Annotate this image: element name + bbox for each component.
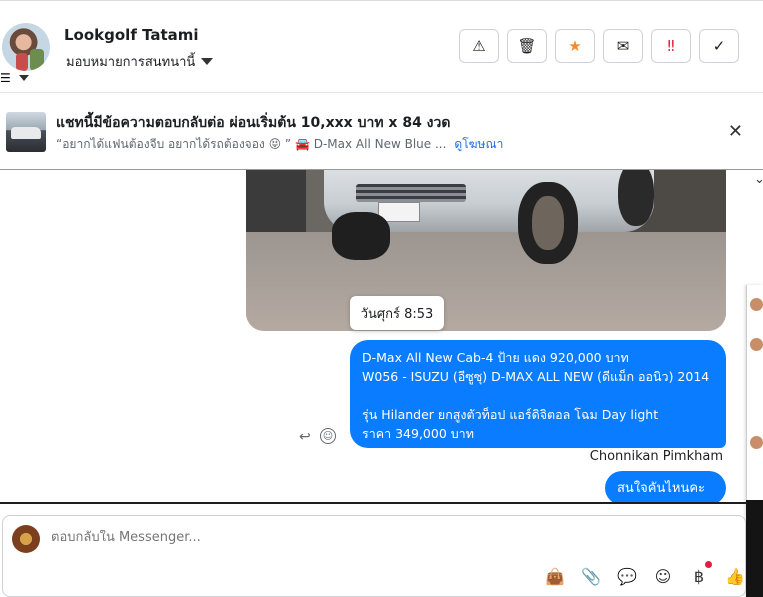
truck-tyre: [618, 170, 654, 226]
mark-done-button[interactable]: ✓: [699, 29, 739, 63]
filter-control[interactable]: ☰: [0, 71, 29, 85]
delete-icon: 🗑: [517, 37, 537, 55]
message-line: รุ่น Hilander ยกสูงตัวท็อป แอร์ดิจิตอล โ…: [362, 407, 659, 422]
delete-button[interactable]: 🗑: [507, 29, 547, 63]
truck-rim: [532, 196, 564, 250]
truck-grille: [356, 184, 466, 202]
side-panel-footer: [746, 500, 763, 597]
reply-input[interactable]: [51, 530, 651, 545]
message-bubble[interactable]: D-Max All New Cab-4 ป้าย แดง 920,000 บาท…: [350, 340, 726, 448]
conversation-header: Lookgolf Tatami มอบหมายการสนทนานี้ ☰ ⚠ 🗑 ★…: [0, 0, 763, 92]
sender-name: Chonnikan Pimkham: [589, 449, 723, 464]
ad-context-banner: แชทนี้มีข้อความตอบกลับต่อ ผ่อนเริ่มต้น 1…: [0, 92, 763, 170]
assign-label: มอบหมายการสนทนานี้: [66, 55, 196, 70]
truck-tyre: [332, 212, 390, 260]
reply-icon[interactable]: ↩: [299, 429, 311, 445]
star-button[interactable]: ★: [555, 29, 595, 63]
react-icon[interactable]: ☺: [320, 428, 336, 444]
follow-up-icon: ‼: [667, 37, 675, 55]
car-shape: [11, 127, 41, 139]
composer-divider: [0, 502, 747, 504]
message-line: W056 - ISUZU (อีซูซุ) D-MAX ALL NEW (ดีแ…: [362, 369, 710, 384]
avatar-figure: [30, 49, 44, 71]
saved-reply-icon[interactable]: 💬: [617, 566, 637, 586]
mark-unread-button[interactable]: ✉: [603, 29, 643, 63]
chevron-down-icon[interactable]: ⌄: [754, 172, 763, 187]
avatar[interactable]: [750, 338, 763, 351]
reply-composer: 👜 📎 💬 ☺ ฿ 👍: [2, 515, 746, 597]
avatar-figure: [16, 53, 28, 71]
mark-unread-icon: ✉: [616, 37, 630, 55]
chevron-down-icon: [201, 58, 214, 65]
message-thread: วันศุกร์ 8:53 ↩ ☺ D-Max All New Cab-4 ป้…: [0, 170, 745, 502]
emoji-icon[interactable]: ☺: [653, 566, 673, 586]
timestamp-tooltip: วันศุกร์ 8:53: [350, 296, 444, 330]
photo-floor: [246, 232, 726, 331]
report-spam-button[interactable]: ⚠: [459, 29, 499, 63]
mark-done-icon: ✓: [712, 37, 726, 55]
close-icon[interactable]: ✕: [728, 121, 743, 142]
ad-subtitle: “อยากได้แฟนต้องจีบ อยากได้รถต้องจอง 😝 ” …: [56, 135, 503, 154]
ad-caption: “อยากได้แฟนต้องจีบ อยากได้รถต้องจอง 😝 ” …: [56, 137, 447, 151]
message-line: ราคา 349,000 บาท: [362, 426, 474, 441]
notification-dot: [705, 561, 712, 568]
thumbs-up-icon[interactable]: 👍: [725, 566, 745, 586]
contact-name[interactable]: Lookgolf Tatami: [64, 26, 199, 44]
baht-payment-icon[interactable]: ฿: [689, 561, 712, 586]
assign-conversation-dropdown[interactable]: มอบหมายการสนทนานี้: [66, 51, 214, 72]
contact-avatar[interactable]: [2, 23, 50, 71]
message-line: D-Max All New Cab-4 ป้าย แดง 920,000 บาท: [362, 350, 629, 365]
view-ad-link[interactable]: ดูโฆษณา: [454, 137, 503, 151]
message-bubble[interactable]: สนใจคันไหนคะ: [605, 471, 726, 502]
star-icon: ★: [568, 37, 582, 55]
shopping-bag-icon[interactable]: 👜: [545, 566, 565, 586]
chevron-down-icon: [18, 75, 29, 81]
page-avatar: [12, 525, 40, 553]
composer-tools: 👜 📎 💬 ☺ ฿ 👍: [545, 561, 745, 586]
avatar[interactable]: [750, 436, 763, 449]
report-spam-icon: ⚠: [472, 37, 486, 55]
filter-icon: ☰: [0, 71, 11, 85]
header-actions: ⚠ 🗑 ★ ✉ ‼ ✓: [459, 29, 739, 63]
ad-title: แชทนี้มีข้อความตอบกลับต่อ ผ่อนเริ่มต้น 1…: [56, 115, 451, 131]
shared-photo[interactable]: [246, 170, 726, 331]
follow-up-button[interactable]: ‼: [651, 29, 691, 63]
ad-thumbnail[interactable]: [6, 112, 46, 152]
avatar[interactable]: [750, 298, 763, 311]
attachment-icon[interactable]: 📎: [581, 566, 601, 586]
message-line: [362, 386, 714, 405]
